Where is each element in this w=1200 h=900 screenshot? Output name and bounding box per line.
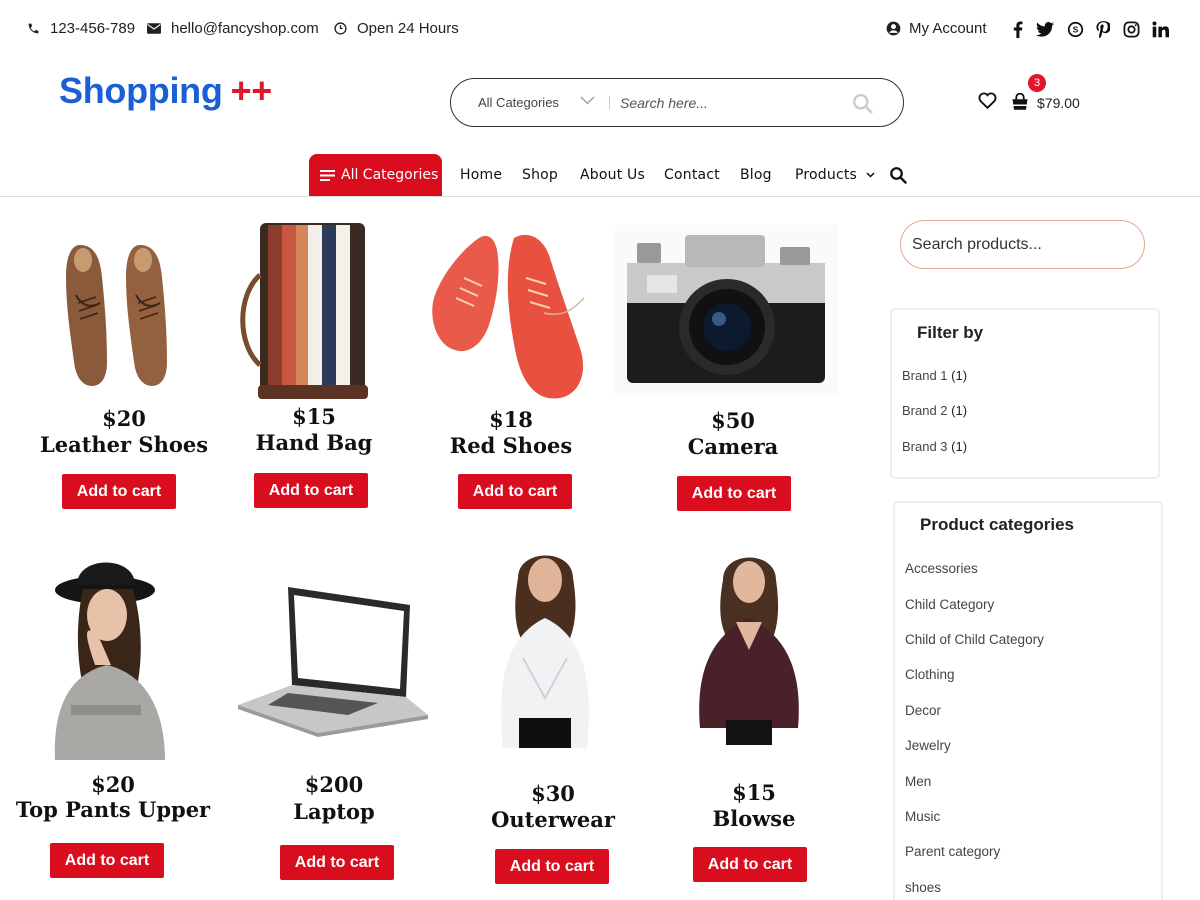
category-link[interactable]: Men [905, 774, 931, 789]
pinterest-icon[interactable] [1093, 19, 1113, 39]
email-address: hello@fancyshop.com [171, 20, 319, 37]
clock-icon [334, 22, 347, 35]
category-link[interactable]: Clothing [905, 667, 955, 682]
product-image-laptop[interactable] [228, 565, 443, 750]
category-link[interactable]: Accessories [905, 561, 978, 576]
add-to-cart-button[interactable]: Add to cart [62, 474, 176, 509]
category-link[interactable]: Parent category [905, 844, 1000, 859]
product-price: $18 [489, 407, 533, 432]
add-to-cart-button[interactable]: Add to cart [495, 849, 609, 884]
filter-widget: Filter by Brand 1 (1) Brand 2 (1) Brand … [890, 308, 1160, 479]
phone-icon [28, 23, 39, 34]
add-to-cart-button[interactable]: Add to cart [677, 476, 791, 511]
wishlist-heart-icon[interactable] [978, 92, 997, 114]
chevron-down-icon [866, 172, 875, 178]
phone-number: 123-456-789 [50, 20, 136, 37]
filter-widget-title: Filter by [917, 323, 984, 342]
category-link[interactable]: Child of Child Category [905, 632, 1044, 647]
svg-text:S: S [1072, 24, 1078, 34]
add-to-cart-button[interactable]: Add to cart [280, 845, 394, 880]
cart-bag-icon[interactable] [1011, 92, 1029, 115]
category-link[interactable]: shoes [905, 880, 941, 895]
add-to-cart-button[interactable]: Add to cart [50, 843, 164, 878]
product-image-blowse[interactable] [688, 550, 808, 750]
product-name[interactable]: Camera [603, 434, 863, 459]
category-link[interactable]: Child Category [905, 597, 994, 612]
cart-count-badge: 3 [1028, 74, 1046, 92]
instagram-icon[interactable] [1121, 19, 1141, 39]
brand-name: Brand 2 [902, 403, 948, 418]
product-price: $20 [91, 772, 135, 797]
brand-filter-item[interactable]: Brand 3 (1) [902, 439, 967, 454]
product-name[interactable]: Red Shoes [381, 433, 641, 458]
brand-count: (1) [951, 403, 968, 418]
cart-total[interactable]: $79.00 [1037, 95, 1080, 111]
product-image-red-shoes[interactable] [424, 218, 599, 408]
all-categories-button[interactable]: All Categories [309, 154, 442, 196]
logo-text-main: Shopping [59, 70, 223, 111]
search-submit-icon[interactable] [852, 93, 873, 119]
my-account-link[interactable]: My Account [886, 20, 987, 37]
nav-home[interactable]: Home [460, 167, 502, 183]
email-contact[interactable]: hello@fancyshop.com [147, 20, 319, 37]
category-link[interactable]: Music [905, 809, 940, 824]
product-categories-widget: Product categories Accessories Child Cat… [893, 501, 1163, 900]
product-image-outerwear[interactable] [483, 548, 608, 758]
product-image-camera[interactable] [615, 225, 838, 400]
facebook-icon[interactable] [1008, 19, 1028, 39]
nav-search-icon[interactable] [889, 166, 907, 189]
nav-shop[interactable]: Shop [522, 167, 558, 183]
brand-name: Brand 1 [902, 368, 948, 383]
phone-contact[interactable]: 123-456-789 [27, 20, 135, 37]
product-name[interactable]: Blowse [624, 806, 884, 831]
brand-filter-item[interactable]: Brand 2 (1) [902, 403, 967, 418]
header-search-bar: All Categories [450, 78, 904, 127]
product-price: $50 [711, 408, 755, 433]
add-to-cart-button[interactable]: Add to cart [458, 474, 572, 509]
user-icon [886, 21, 901, 36]
product-image-leather-shoes[interactable] [58, 225, 178, 395]
top-bar: 123-456-789 hello@fancyshop.com Open 24 … [0, 0, 1200, 60]
my-account-label: My Account [909, 20, 987, 37]
chevron-down-icon [580, 96, 595, 105]
nav-products[interactable]: Products [795, 167, 875, 183]
product-price: $200 [304, 772, 364, 797]
brand-filter-item[interactable]: Brand 1 (1) [902, 368, 967, 383]
product-price: $15 [732, 780, 776, 805]
linkedin-icon[interactable] [1150, 19, 1170, 39]
category-link[interactable]: Jewelry [905, 738, 951, 753]
nav-products-label: Products [795, 167, 858, 183]
add-to-cart-button[interactable]: Add to cart [693, 847, 807, 882]
nav-contact[interactable]: Contact [664, 167, 720, 183]
site-logo[interactable]: Shopping ++ [59, 70, 272, 112]
product-image-top-pants-upper[interactable] [25, 545, 180, 765]
brand-count: (1) [951, 439, 968, 454]
all-categories-label: All Categories [341, 167, 439, 183]
brand-count: (1) [951, 368, 968, 383]
nav-blog[interactable]: Blog [740, 167, 772, 183]
category-select[interactable]: All Categories [451, 79, 609, 126]
menu-lines-icon [320, 169, 335, 181]
opening-hours: Open 24 Hours [334, 20, 459, 37]
add-to-cart-button[interactable]: Add to cart [254, 473, 368, 508]
category-link[interactable]: Decor [905, 703, 941, 718]
nav-about-us[interactable]: About Us [580, 167, 645, 183]
skype-icon[interactable]: S [1065, 19, 1085, 39]
product-search-input[interactable] [900, 220, 1145, 269]
twitter-icon[interactable] [1035, 19, 1055, 39]
product-image-hand-bag[interactable] [232, 215, 372, 412]
category-select-value: All Categories [478, 95, 559, 110]
envelope-icon [147, 23, 161, 34]
main-nav: All Categories Home Shop About Us Contac… [0, 150, 1200, 197]
categories-widget-title: Product categories [920, 515, 1074, 534]
logo-text-plus: ++ [230, 70, 273, 111]
hours-text: Open 24 Hours [357, 20, 459, 37]
brand-name: Brand 3 [902, 439, 948, 454]
